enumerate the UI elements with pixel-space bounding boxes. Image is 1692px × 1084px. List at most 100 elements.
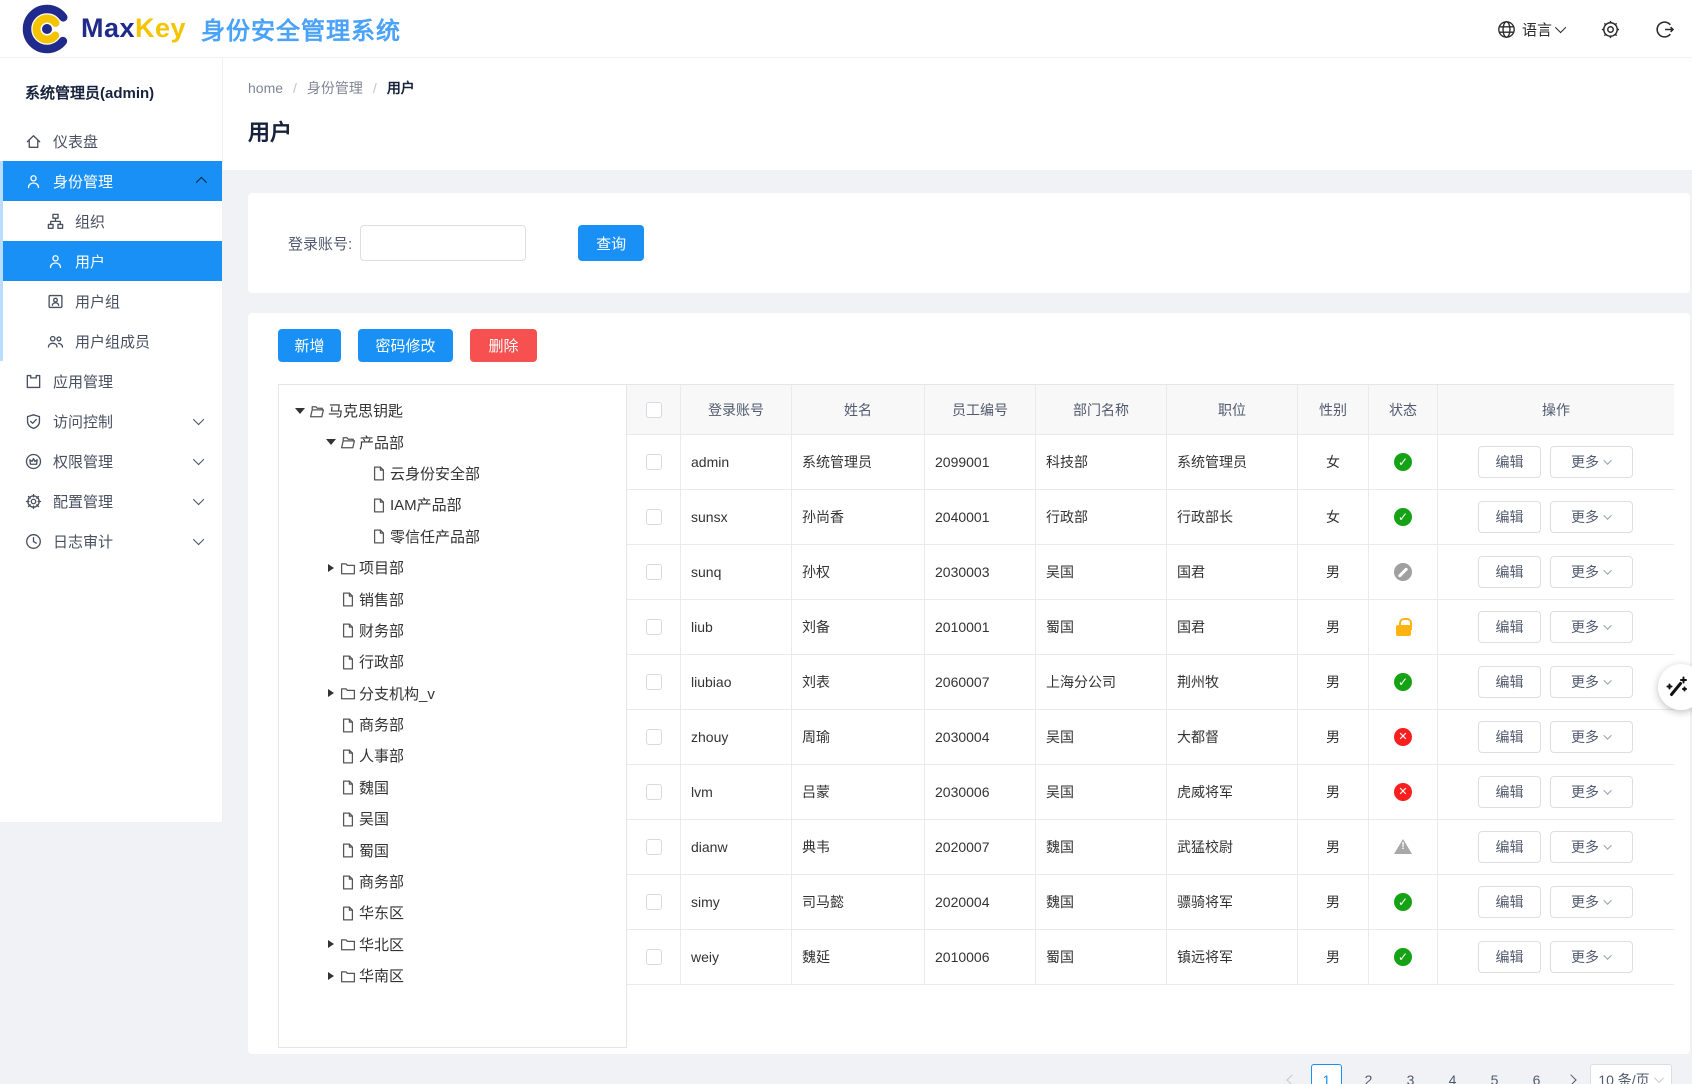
tree-node-项目部[interactable]: 项目部 <box>279 552 626 583</box>
tree-node-蜀国[interactable]: 蜀国 <box>279 834 626 865</box>
chevron-down-icon <box>193 494 204 505</box>
page-size-label: 10 条/页 <box>1598 1070 1649 1084</box>
sidebar-item-访问控制[interactable]: 访问控制 <box>0 401 222 441</box>
more-button[interactable]: 更多 <box>1550 941 1633 973</box>
page-size-select[interactable]: 10 条/页 <box>1590 1064 1672 1084</box>
tree-expand-arrow[interactable] <box>291 408 309 414</box>
more-button[interactable]: 更多 <box>1550 886 1633 918</box>
tree-node-零信任产品部[interactable]: 零信任产品部 <box>279 521 626 552</box>
sidebar-item-仪表盘[interactable]: 仪表盘 <box>0 121 222 161</box>
row-checkbox[interactable] <box>646 839 662 855</box>
tree-node-销售部[interactable]: 销售部 <box>279 583 626 614</box>
gear-icon[interactable] <box>1600 19 1621 40</box>
more-button[interactable]: 更多 <box>1550 721 1633 753</box>
tree-expand-arrow[interactable] <box>322 439 340 445</box>
sidebar-item-配置管理[interactable]: 配置管理 <box>0 481 222 521</box>
tree-node-分支机构_v[interactable]: 分支机构_v <box>279 678 626 709</box>
page-number-5[interactable]: 5 <box>1479 1064 1510 1084</box>
table-row: simy 司马懿 2020004 魏国 骠骑将军 男 编辑 更多 <box>627 875 1674 930</box>
sidebar-item-日志审计[interactable]: 日志审计 <box>0 521 222 561</box>
sidebar-item-用户组成员[interactable]: 用户组成员 <box>0 321 222 361</box>
delete-button[interactable]: 删除 <box>470 329 537 362</box>
status-inactive-icon <box>1394 783 1412 801</box>
logout-icon[interactable] <box>1655 20 1674 39</box>
row-checkbox[interactable] <box>646 619 662 635</box>
row-checkbox[interactable] <box>646 894 662 910</box>
cell-employee-no: 2030006 <box>924 765 1035 819</box>
more-button[interactable]: 更多 <box>1550 831 1633 863</box>
tree-node-华南区[interactable]: 华南区 <box>279 960 626 991</box>
tree-node-吴国[interactable]: 吴国 <box>279 803 626 834</box>
select-all-checkbox[interactable] <box>646 402 662 418</box>
page-number-4[interactable]: 4 <box>1437 1064 1468 1084</box>
tree-node-魏国[interactable]: 魏国 <box>279 772 626 803</box>
login-account-input[interactable] <box>360 225 526 261</box>
edit-button[interactable]: 编辑 <box>1478 941 1541 973</box>
tree-node-商务部[interactable]: 商务部 <box>279 709 626 740</box>
edit-button[interactable]: 编辑 <box>1478 611 1541 643</box>
row-checkbox[interactable] <box>646 674 662 690</box>
tree-node-人事部[interactable]: 人事部 <box>279 740 626 771</box>
folder-icon <box>340 968 356 984</box>
tree-node-华北区[interactable]: 华北区 <box>279 929 626 960</box>
sidebar-item-权限管理[interactable]: 权限管理 <box>0 441 222 481</box>
change-password-button[interactable]: 密码修改 <box>358 329 453 362</box>
row-checkbox[interactable] <box>646 729 662 745</box>
tree-node-云身份安全部[interactable]: 云身份安全部 <box>279 458 626 489</box>
page-number-1[interactable]: 1 <box>1311 1064 1342 1084</box>
more-button[interactable]: 更多 <box>1550 776 1633 808</box>
language-selector[interactable]: 语言 <box>1497 19 1566 40</box>
row-checkbox[interactable] <box>646 784 662 800</box>
edit-button[interactable]: 编辑 <box>1478 721 1541 753</box>
sidebar-item-应用管理[interactable]: 应用管理 <box>0 361 222 401</box>
top-header: MaxKey 身份安全管理系统 语言 <box>0 0 1692 58</box>
edit-button[interactable]: 编辑 <box>1478 831 1541 863</box>
page-number-2[interactable]: 2 <box>1353 1064 1384 1084</box>
row-checkbox[interactable] <box>646 564 662 580</box>
sidebar-item-用户组[interactable]: 用户组 <box>0 281 222 321</box>
more-button[interactable]: 更多 <box>1550 446 1633 478</box>
row-checkbox[interactable] <box>646 949 662 965</box>
tree-node-华东区[interactable]: 华东区 <box>279 897 626 928</box>
tree-node-产品部[interactable]: 产品部 <box>279 426 626 457</box>
tree-expand-arrow[interactable] <box>322 689 340 697</box>
tree-node-行政部[interactable]: 行政部 <box>279 646 626 677</box>
cell-name: 吕蒙 <box>791 765 924 819</box>
query-button[interactable]: 查询 <box>578 225 644 261</box>
add-button[interactable]: 新增 <box>278 329 341 362</box>
sidebar-item-组织[interactable]: 组织 <box>0 201 222 241</box>
cell-department: 吴国 <box>1035 765 1166 819</box>
page-number-6[interactable]: 6 <box>1521 1064 1552 1084</box>
edit-button[interactable]: 编辑 <box>1478 666 1541 698</box>
more-button[interactable]: 更多 <box>1550 666 1633 698</box>
more-button[interactable]: 更多 <box>1550 501 1633 533</box>
edit-button[interactable]: 编辑 <box>1478 446 1541 478</box>
sidebar-item-身份管理[interactable]: 身份管理 <box>0 161 222 201</box>
tree-expand-arrow[interactable] <box>322 972 340 980</box>
tree-node-财务部[interactable]: 财务部 <box>279 615 626 646</box>
more-button[interactable]: 更多 <box>1550 556 1633 588</box>
tree-expand-arrow[interactable] <box>322 940 340 948</box>
tree-node-马克思钥匙[interactable]: 马克思钥匙 <box>279 395 626 426</box>
next-page-icon[interactable] <box>1563 1072 1579 1084</box>
row-checkbox[interactable] <box>646 454 662 470</box>
previous-page-icon[interactable] <box>1284 1072 1300 1084</box>
edit-button[interactable]: 编辑 <box>1478 886 1541 918</box>
cell-position: 武猛校尉 <box>1166 820 1297 874</box>
sidebar-item-用户[interactable]: 用户 <box>0 241 222 281</box>
tree-node-label: 产品部 <box>359 432 404 453</box>
tree-node-label: 商务部 <box>359 714 404 735</box>
breadcrumb-identity[interactable]: 身份管理 <box>307 78 363 98</box>
folder-open-icon <box>340 434 356 450</box>
edit-button[interactable]: 编辑 <box>1478 556 1541 588</box>
tree-node-IAM产品部[interactable]: IAM产品部 <box>279 489 626 520</box>
tree-expand-arrow[interactable] <box>322 564 340 572</box>
edit-button[interactable]: 编辑 <box>1478 501 1541 533</box>
more-button[interactable]: 更多 <box>1550 611 1633 643</box>
row-checkbox[interactable] <box>646 509 662 525</box>
page-numbers: 123456 <box>1311 1064 1552 1084</box>
page-number-3[interactable]: 3 <box>1395 1064 1426 1084</box>
edit-button[interactable]: 编辑 <box>1478 776 1541 808</box>
tree-node-商务部[interactable]: 商务部 <box>279 866 626 897</box>
breadcrumb-home[interactable]: home <box>248 80 283 96</box>
